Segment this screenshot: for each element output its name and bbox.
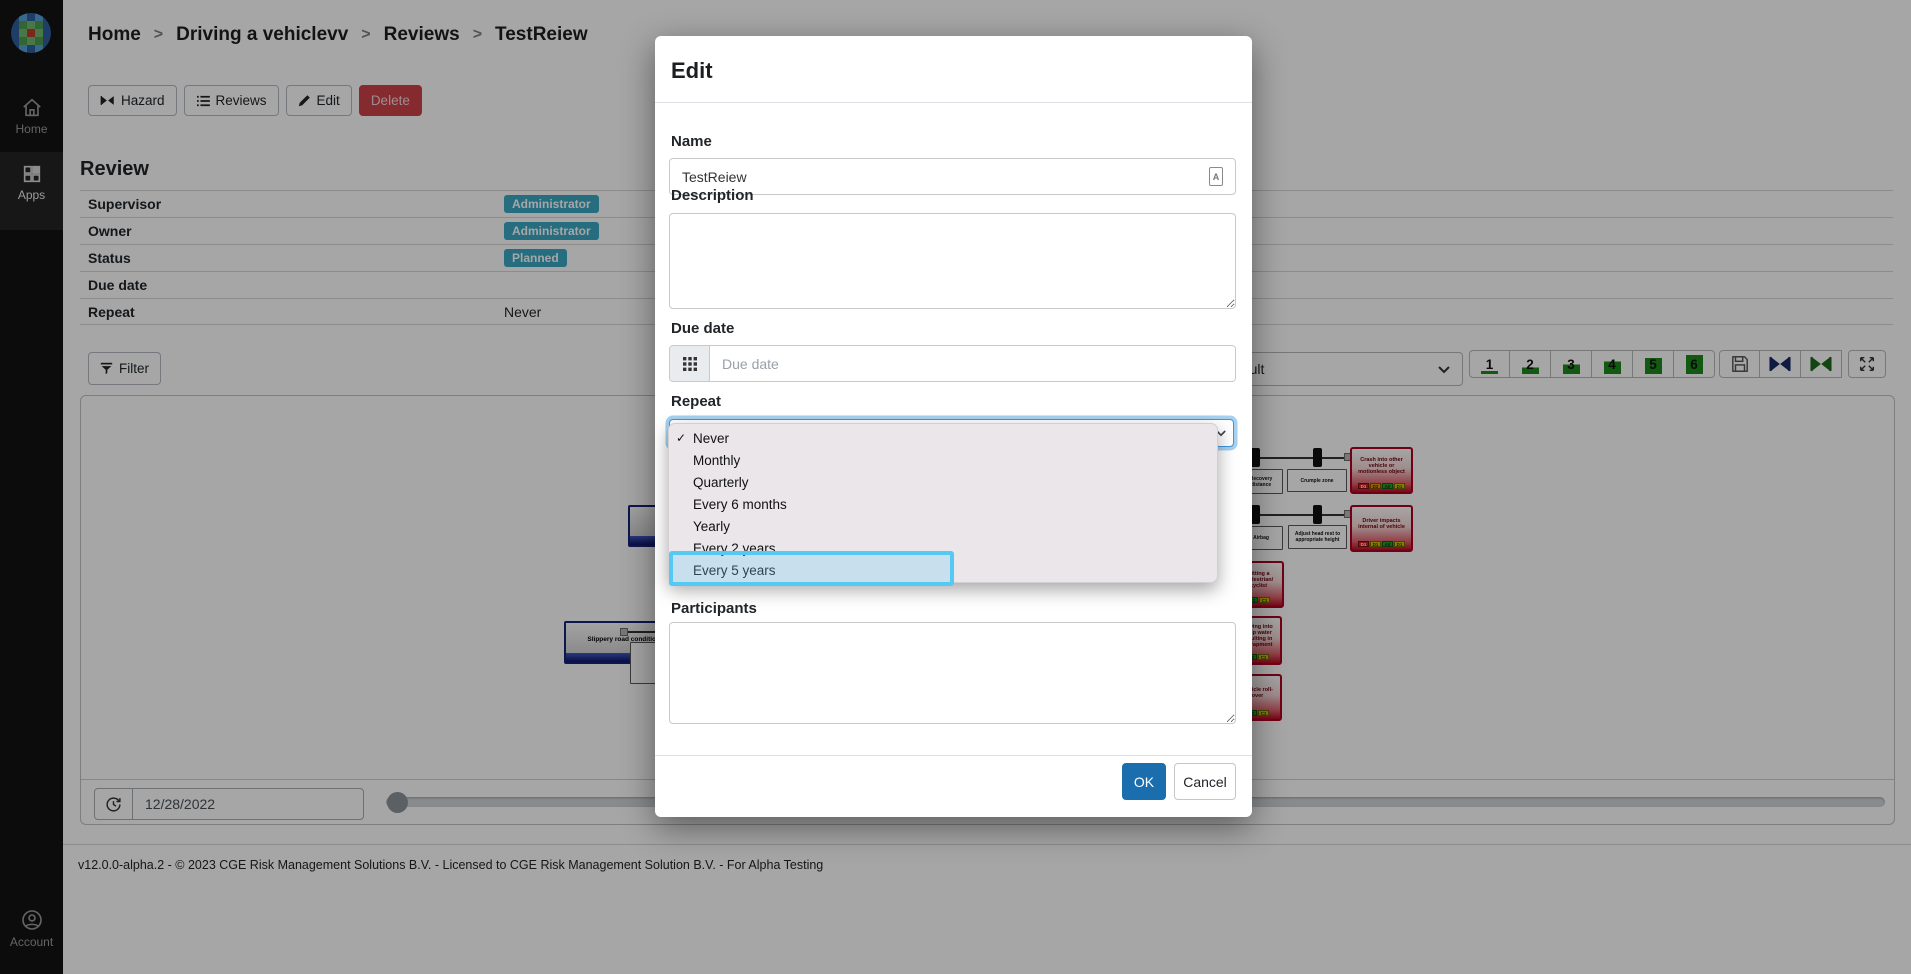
modal-footer-divider	[655, 755, 1252, 756]
due-date-input[interactable]	[710, 346, 1235, 381]
repeat-label: Repeat	[671, 393, 721, 410]
participants-label: Participants	[671, 600, 757, 617]
description-label: Description	[671, 187, 754, 204]
due-date-label: Due date	[671, 320, 734, 337]
autofill-icon[interactable]: A	[1209, 167, 1223, 186]
participants-textarea[interactable]	[669, 622, 1236, 724]
option-monthly[interactable]: Monthly	[669, 449, 1217, 471]
description-textarea[interactable]	[669, 213, 1236, 309]
grid-calendar-icon	[683, 357, 697, 371]
checkmark-icon: ✓	[669, 431, 693, 445]
option-quarterly[interactable]: Quarterly	[669, 471, 1217, 493]
option-label: Never	[693, 431, 729, 446]
agent-highlight-box	[669, 551, 954, 586]
cancel-button[interactable]: Cancel	[1174, 763, 1236, 800]
ok-button[interactable]: OK	[1122, 763, 1166, 800]
option-label: Monthly	[693, 453, 740, 468]
calendar-picker-button[interactable]	[670, 346, 710, 381]
option-label: Every 6 months	[693, 497, 787, 512]
due-date-group	[669, 345, 1236, 382]
modal-header-divider	[655, 102, 1252, 103]
edit-review-modal: Edit Name A Description Due date Repeat …	[655, 36, 1252, 817]
option-label: Yearly	[693, 519, 730, 534]
option-never[interactable]: ✓ Never	[669, 427, 1217, 449]
modal-title: Edit	[671, 58, 713, 84]
name-label: Name	[671, 133, 712, 150]
option-label: Quarterly	[693, 475, 749, 490]
option-yearly[interactable]: Yearly	[669, 515, 1217, 537]
option-every-6-months[interactable]: Every 6 months	[669, 493, 1217, 515]
name-input[interactable]	[669, 158, 1236, 195]
